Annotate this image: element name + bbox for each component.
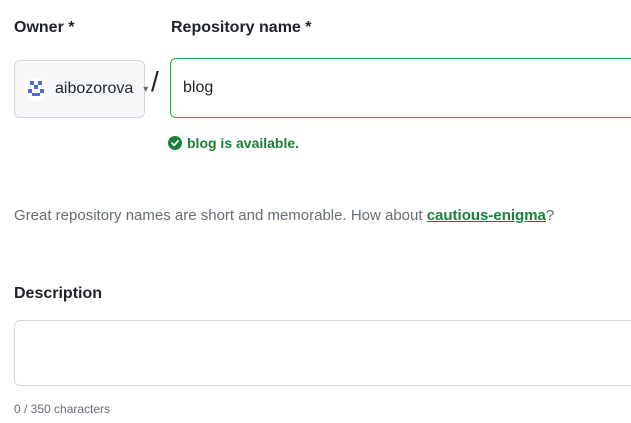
owner-name: aibozorova xyxy=(55,80,134,97)
availability-message: blog is available. xyxy=(168,135,299,151)
description-input[interactable] xyxy=(14,320,631,386)
repository-name-label: Repository name * xyxy=(171,19,312,36)
avatar xyxy=(25,78,47,100)
owner-label: Owner * xyxy=(14,19,75,36)
suggested-name-link[interactable]: cautious-enigma xyxy=(427,207,546,224)
owner-select[interactable]: aibozorova ▾ xyxy=(14,60,149,118)
create-repo-form: Owner * Repository name * aibozorova ▾ /… xyxy=(0,0,631,423)
character-count: 0 / 350 characters xyxy=(14,402,111,416)
repository-name-input[interactable] xyxy=(170,58,631,118)
name-suggestion-hint: Great repository names are short and mem… xyxy=(14,207,554,224)
chevron-down-icon: ▾ xyxy=(143,83,149,95)
availability-text: blog is available. xyxy=(187,135,300,151)
check-circle-icon xyxy=(168,136,182,150)
owner-repo-separator: / xyxy=(151,66,159,97)
identicon-avatar-icon xyxy=(25,78,47,100)
hint-suffix: ? xyxy=(545,207,555,224)
hint-prefix: Great repository names are short and mem… xyxy=(14,207,427,224)
description-label: Description xyxy=(14,285,103,302)
